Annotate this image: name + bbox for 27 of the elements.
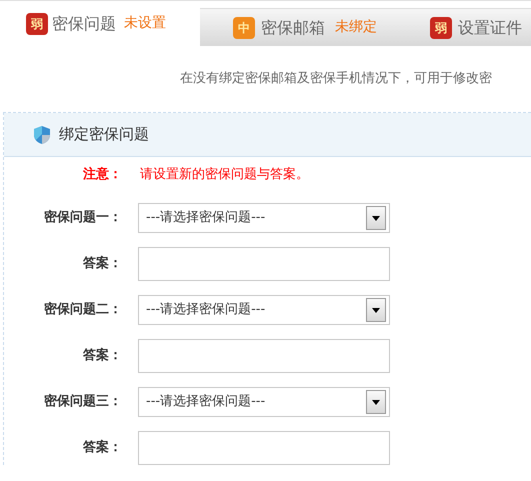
panel-title: 绑定密保问题: [59, 124, 149, 146]
answer-field[interactable]: [138, 247, 390, 281]
field-label: 答案：: [82, 438, 122, 458]
field-label: 答案：: [82, 346, 122, 366]
tab-status: 未设置: [124, 14, 166, 33]
field-label: 答案：: [82, 254, 122, 274]
notice-text: 请设置新的密保问题与答案。: [140, 166, 309, 184]
tab[interactable]: 弱 设置证件: [397, 8, 531, 46]
answer-field[interactable]: [138, 431, 390, 465]
notice-label: 注意：: [82, 166, 122, 184]
question-select[interactable]: ---请选择密保问题---: [138, 295, 390, 325]
tab-label: 密保邮箱: [261, 16, 325, 38]
shield-icon: [33, 124, 51, 144]
field-label: 密保问题二：: [43, 300, 122, 320]
question-select[interactable]: ---请选择密保问题---: [138, 203, 390, 233]
tab[interactable]: 中 密保邮箱 未绑定: [200, 8, 397, 46]
description-text: 在没有绑定密保邮箱及密保手机情况下，可用于修改密: [180, 70, 492, 88]
question-select[interactable]: ---请选择密保问题---: [138, 387, 390, 417]
field-label: 密保问题三：: [43, 392, 122, 412]
tab-label: 密保问题: [52, 12, 116, 34]
answer-field[interactable]: [138, 339, 390, 373]
strength-badge-icon: 弱: [26, 12, 48, 34]
tab-status: 未绑定: [335, 18, 377, 37]
field-label: 密保问题一：: [43, 208, 122, 228]
strength-badge-icon: 弱: [430, 16, 452, 38]
tab-label: 设置证件: [458, 16, 522, 38]
strength-badge-icon: 中: [233, 16, 255, 38]
